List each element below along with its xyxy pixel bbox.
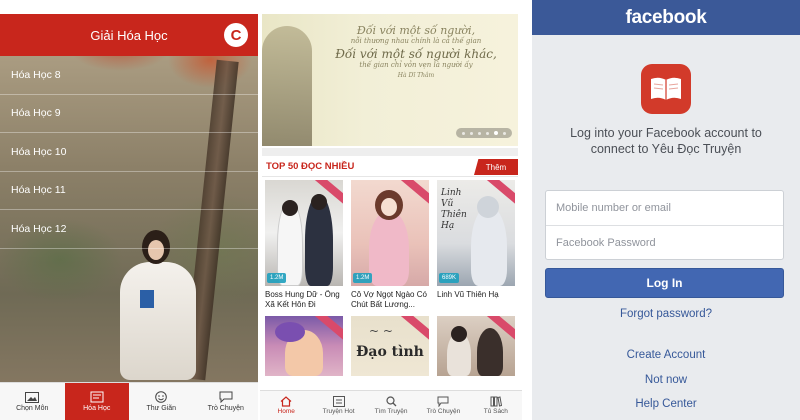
password-field[interactable] <box>546 226 783 260</box>
views-badge: 1.2M <box>267 273 287 283</box>
not-now-link[interactable]: Not now <box>532 374 800 386</box>
slide-dot[interactable] <box>503 131 506 135</box>
grade-menu: Hóa Học 8 Hóa Học 9 Hóa Học 10 Hóa Học 1… <box>0 56 258 249</box>
slide-dot[interactable] <box>478 131 481 135</box>
divider <box>262 148 518 156</box>
girl-photo <box>110 230 200 380</box>
book-cover: Linh Vũ Thiên Hạ 689K <box>437 180 515 286</box>
forgot-password-link[interactable]: Forgot password? <box>532 308 800 320</box>
tab-label: Home <box>277 408 295 415</box>
facebook-logo: facebook <box>625 6 707 28</box>
login-button[interactable]: Log In <box>545 268 784 298</box>
book-icon <box>90 391 104 403</box>
app-title: Giải Hóa Học <box>90 27 168 43</box>
book-card[interactable] <box>437 316 515 376</box>
screenshot-collage: Giải Hóa Học C Hóa Học 8 Hóa Học 9 Hóa H… <box>0 0 800 420</box>
chemistry-app-screen: Giải Hóa Học C Hóa Học 8 Hóa Học 9 Hóa H… <box>0 0 258 420</box>
quote-banner[interactable]: Đối với một số người, nỗi thương nhau ch… <box>262 14 518 146</box>
tab-hoa-hoc[interactable]: Hóa Học <box>64 383 129 420</box>
status-bar <box>0 0 258 14</box>
quote-line-2: nỗi thương nhau chính là cả thế gian <box>350 37 482 45</box>
tab-label: Trò Chuyện <box>207 405 244 412</box>
facebook-header: facebook <box>532 0 800 35</box>
tab-label: Tủ Sách <box>483 408 508 415</box>
cover-calligraphy: Linh Vũ Thiên Hạ <box>441 188 467 231</box>
story-app-screen: Đối với một số người, nỗi thương nhau ch… <box>260 0 522 420</box>
tab-chon-mon[interactable]: Chọn Môn <box>0 383 65 420</box>
section-title: TOP 50 ĐỌC NHIỀU <box>266 161 355 172</box>
book-cover: 1.2M <box>265 180 343 286</box>
tab-label: Tìm Truyện <box>374 408 408 415</box>
search-icon <box>385 396 397 407</box>
open-book-icon <box>641 64 691 114</box>
book-cover <box>265 316 343 376</box>
bottom-nav: Chọn Môn Hóa Học Thư Giãn Trò Chuyện <box>0 382 258 420</box>
book-title: Linh Vũ Thiên Hạ <box>437 290 499 299</box>
book-cover: 1.2M <box>351 180 429 286</box>
hot-list-icon <box>332 396 345 407</box>
create-account-link[interactable]: Create Account <box>532 349 800 361</box>
slide-dot[interactable] <box>470 131 473 135</box>
tab-tro-chuyen[interactable]: Trò Chuyện <box>194 383 259 420</box>
banner-figure <box>262 26 312 146</box>
book-card[interactable]: Đạo tình ~ ~ <box>351 316 429 376</box>
tab-tu-sach[interactable]: Tủ Sách <box>470 391 522 420</box>
image-icon <box>25 391 40 403</box>
menu-item-grade-9[interactable]: Hóa Học 9 <box>0 95 258 133</box>
tab-label: Trò Chuyện <box>426 408 461 415</box>
slide-indicator <box>456 128 512 138</box>
book-card[interactable]: Linh Vũ Thiên Hạ 689K Linh Vũ Thiên Hạ <box>437 180 515 310</box>
help-center-link[interactable]: Help Center <box>532 398 800 410</box>
chat-icon <box>437 396 449 407</box>
book-title: Cô Vợ Ngọt Ngào Có Chút Bất Lương... <box>351 290 427 309</box>
book-cover: Đạo tình ~ ~ <box>351 316 429 376</box>
bookshelf-icon <box>490 396 502 407</box>
views-badge: 689K <box>439 273 460 283</box>
email-field[interactable] <box>546 191 783 225</box>
banner-quote: Đối với một số người, nỗi thương nhau ch… <box>318 24 514 79</box>
menu-item-grade-11[interactable]: Hóa Học 11 <box>0 172 258 210</box>
more-button[interactable]: Thêm <box>474 159 518 175</box>
book-title: Boss Hung Dữ - Ông Xã Kết Hôn Đi <box>265 290 340 309</box>
book-card[interactable]: 1.2M Cô Vợ Ngọt Ngào Có Chút Bất Lương..… <box>351 180 429 310</box>
smile-icon <box>154 391 168 403</box>
top-section-header: TOP 50 ĐỌC NHIỀU Thêm <box>262 157 518 177</box>
tab-label: Thư Giãn <box>146 405 177 412</box>
slide-dot[interactable] <box>462 131 465 135</box>
book-card[interactable]: 1.2M Boss Hung Dữ - Ông Xã Kết Hôn Đi <box>265 180 343 310</box>
tab-label: Hóa Học <box>83 405 111 412</box>
chat-icon <box>219 391 233 403</box>
cover-title: Đạo tình <box>356 344 424 360</box>
app-header: Giải Hóa Học C <box>0 14 258 56</box>
quote-author: Hà Dĩ Thâm <box>397 72 435 79</box>
menu-item-grade-12[interactable]: Hóa Học 12 <box>0 210 258 249</box>
book-card[interactable] <box>265 316 343 376</box>
tab-home[interactable]: Home <box>260 391 312 420</box>
slide-dot[interactable] <box>486 131 489 135</box>
login-message: Log into your Facebook account to connec… <box>570 126 762 156</box>
book-cover <box>437 316 515 376</box>
tab-truyen-hot[interactable]: Truyện Hot <box>312 391 364 420</box>
tab-label: Chọn Môn <box>16 405 49 412</box>
menu-item-grade-8[interactable]: Hóa Học 8 <box>0 56 258 95</box>
bottom-nav: Home Truyện Hot Tìm Truyện Trò Chuyện Tủ… <box>260 390 522 420</box>
home-icon <box>280 396 292 407</box>
app-logo-icon[interactable]: C <box>224 23 248 47</box>
quote-line-3: Đối với một số người khác, <box>335 47 497 61</box>
quote-line-4: thế gian chỉ vỏn vẹn là người ấy <box>359 61 473 69</box>
quote-line-1: Đối với một số người, <box>356 24 476 37</box>
views-badge: 1.2M <box>353 273 373 283</box>
menu-item-grade-10[interactable]: Hóa Học 10 <box>0 133 258 172</box>
login-form <box>545 190 784 260</box>
facebook-login-screen: facebook Log into your Facebook account … <box>532 0 800 420</box>
tab-tim-truyen[interactable]: Tìm Truyện <box>365 391 417 420</box>
tab-tro-chuyen[interactable]: Trò Chuyện <box>417 391 469 420</box>
slide-dot-active[interactable] <box>494 131 498 135</box>
cover-mark: ~ ~ <box>369 324 393 338</box>
tab-label: Truyện Hot <box>322 408 355 415</box>
tab-thu-gian[interactable]: Thư Giãn <box>129 383 194 420</box>
